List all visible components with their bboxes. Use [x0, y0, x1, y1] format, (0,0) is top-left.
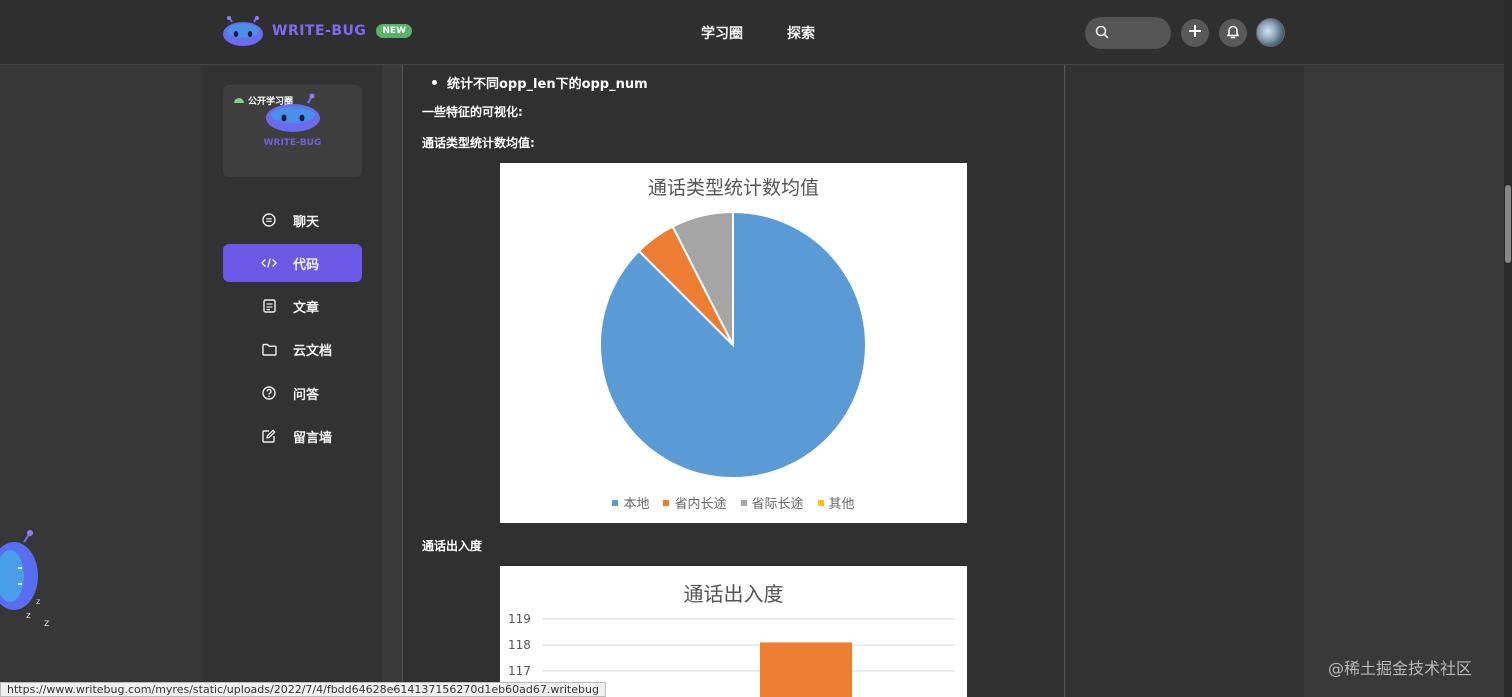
section-heading-call-degree: 通话出入度 [422, 539, 483, 553]
top-bar: WRITE-BUG NEW 学习圈 探索 [0, 0, 1512, 65]
legend-item: 本地 [612, 493, 649, 512]
legend-swatch [663, 499, 670, 506]
sidebar-item-label: 云文档 [293, 343, 333, 359]
article-icon [261, 299, 277, 313]
logo-text: WRITE-BUG [272, 23, 367, 39]
y-tick-label: 119 [508, 612, 531, 626]
pie-chart: 通话类型统计数均值 本地 省内长途 省际长途 其他 [500, 163, 967, 523]
sleeping-mascot-icon[interactable]: z z z [0, 528, 60, 633]
right-background [1304, 65, 1504, 697]
user-avatar[interactable] [1256, 18, 1285, 47]
legend-label: 省际长途 [751, 497, 804, 512]
robot-logo-icon [222, 16, 264, 46]
viz-heading: 一些特征的可视化: [422, 105, 523, 119]
bullet-dot [432, 80, 437, 85]
sidebar-item-chat[interactable]: 聊天 [223, 201, 362, 239]
folder-icon [261, 343, 277, 356]
sidebar-item-label: 聊天 [293, 214, 320, 230]
create-button[interactable] [1181, 19, 1209, 47]
sidebar-item-cloud-docs[interactable]: 云文档 [223, 330, 362, 368]
legend-label: 本地 [623, 497, 650, 512]
sidebar-item-label: 代码 [293, 257, 320, 273]
sidebar-item-message-wall[interactable]: 留言墙 [223, 417, 362, 455]
legend-swatch [612, 499, 619, 506]
plus-icon [1187, 23, 1203, 43]
site-logo[interactable]: WRITE-BUG NEW [222, 16, 412, 46]
svg-text:z: z [36, 597, 40, 606]
nav-learning-circle[interactable]: 学习圈 [701, 0, 743, 65]
page-scrollbar[interactable] [1504, 0, 1512, 697]
watermark: @稀土掘金技术社区 [1328, 659, 1473, 678]
svg-text:z: z [26, 611, 31, 621]
new-badge: NEW [376, 24, 412, 38]
right-panel [1066, 65, 1304, 697]
pie-chart-plot [599, 210, 867, 479]
legend-item: 省内长途 [663, 493, 727, 512]
legend-item: 省际长途 [740, 493, 804, 512]
chat-icon [261, 213, 277, 227]
sidebar-item-qa[interactable]: 问答 [223, 374, 362, 412]
sidebar-item-code[interactable]: 代码 [223, 244, 362, 282]
legend-swatch [740, 499, 747, 506]
svg-text:z: z [44, 618, 49, 629]
y-tick-label: 117 [508, 664, 531, 678]
sidebar-item-label: 问答 [293, 387, 320, 403]
bar-chart-plot: 119 118 117 [508, 612, 955, 697]
study-group-card[interactable]: 公开学习圈 WRITE-BUG [223, 85, 362, 177]
nav-explore[interactable]: 探索 [787, 0, 815, 65]
card-robot-icon [264, 93, 322, 137]
bell-icon [1226, 24, 1240, 43]
android-icon [233, 95, 245, 106]
search-icon [1095, 24, 1109, 43]
status-bar-url: https://www.writebug.com/myres/static/up… [0, 682, 606, 697]
legend-item: 其他 [817, 493, 855, 512]
card-brand-text: WRITE-BUG [263, 138, 322, 148]
notifications-button[interactable] [1219, 19, 1247, 47]
bar-chart: 通话出入度 119 118 117 [500, 566, 967, 697]
sidebar-item-label: 留言墙 [293, 430, 333, 446]
list-item: 统计不同opp_len下的opp_num [432, 73, 648, 92]
y-tick-label: 118 [508, 638, 531, 652]
legend-swatch [817, 499, 824, 506]
legend-label: 省内长途 [674, 497, 727, 512]
sidebar-item-articles[interactable]: 文章 [223, 287, 362, 325]
bar-1 [760, 642, 852, 697]
section-heading-call-type: 通话类型统计数均值: [422, 136, 535, 150]
chart-legend: 本地 省内长途 省际长途 其他 [500, 493, 967, 512]
code-icon [261, 256, 277, 270]
legend-label: 其他 [828, 497, 855, 512]
edit-icon [261, 429, 277, 443]
search-button[interactable] [1085, 17, 1171, 49]
question-icon [261, 386, 277, 400]
scrollbar-thumb[interactable] [1505, 185, 1511, 263]
sidebar-item-label: 文章 [293, 300, 320, 316]
bullet-text: 统计不同opp_len下的opp_num [447, 77, 648, 92]
